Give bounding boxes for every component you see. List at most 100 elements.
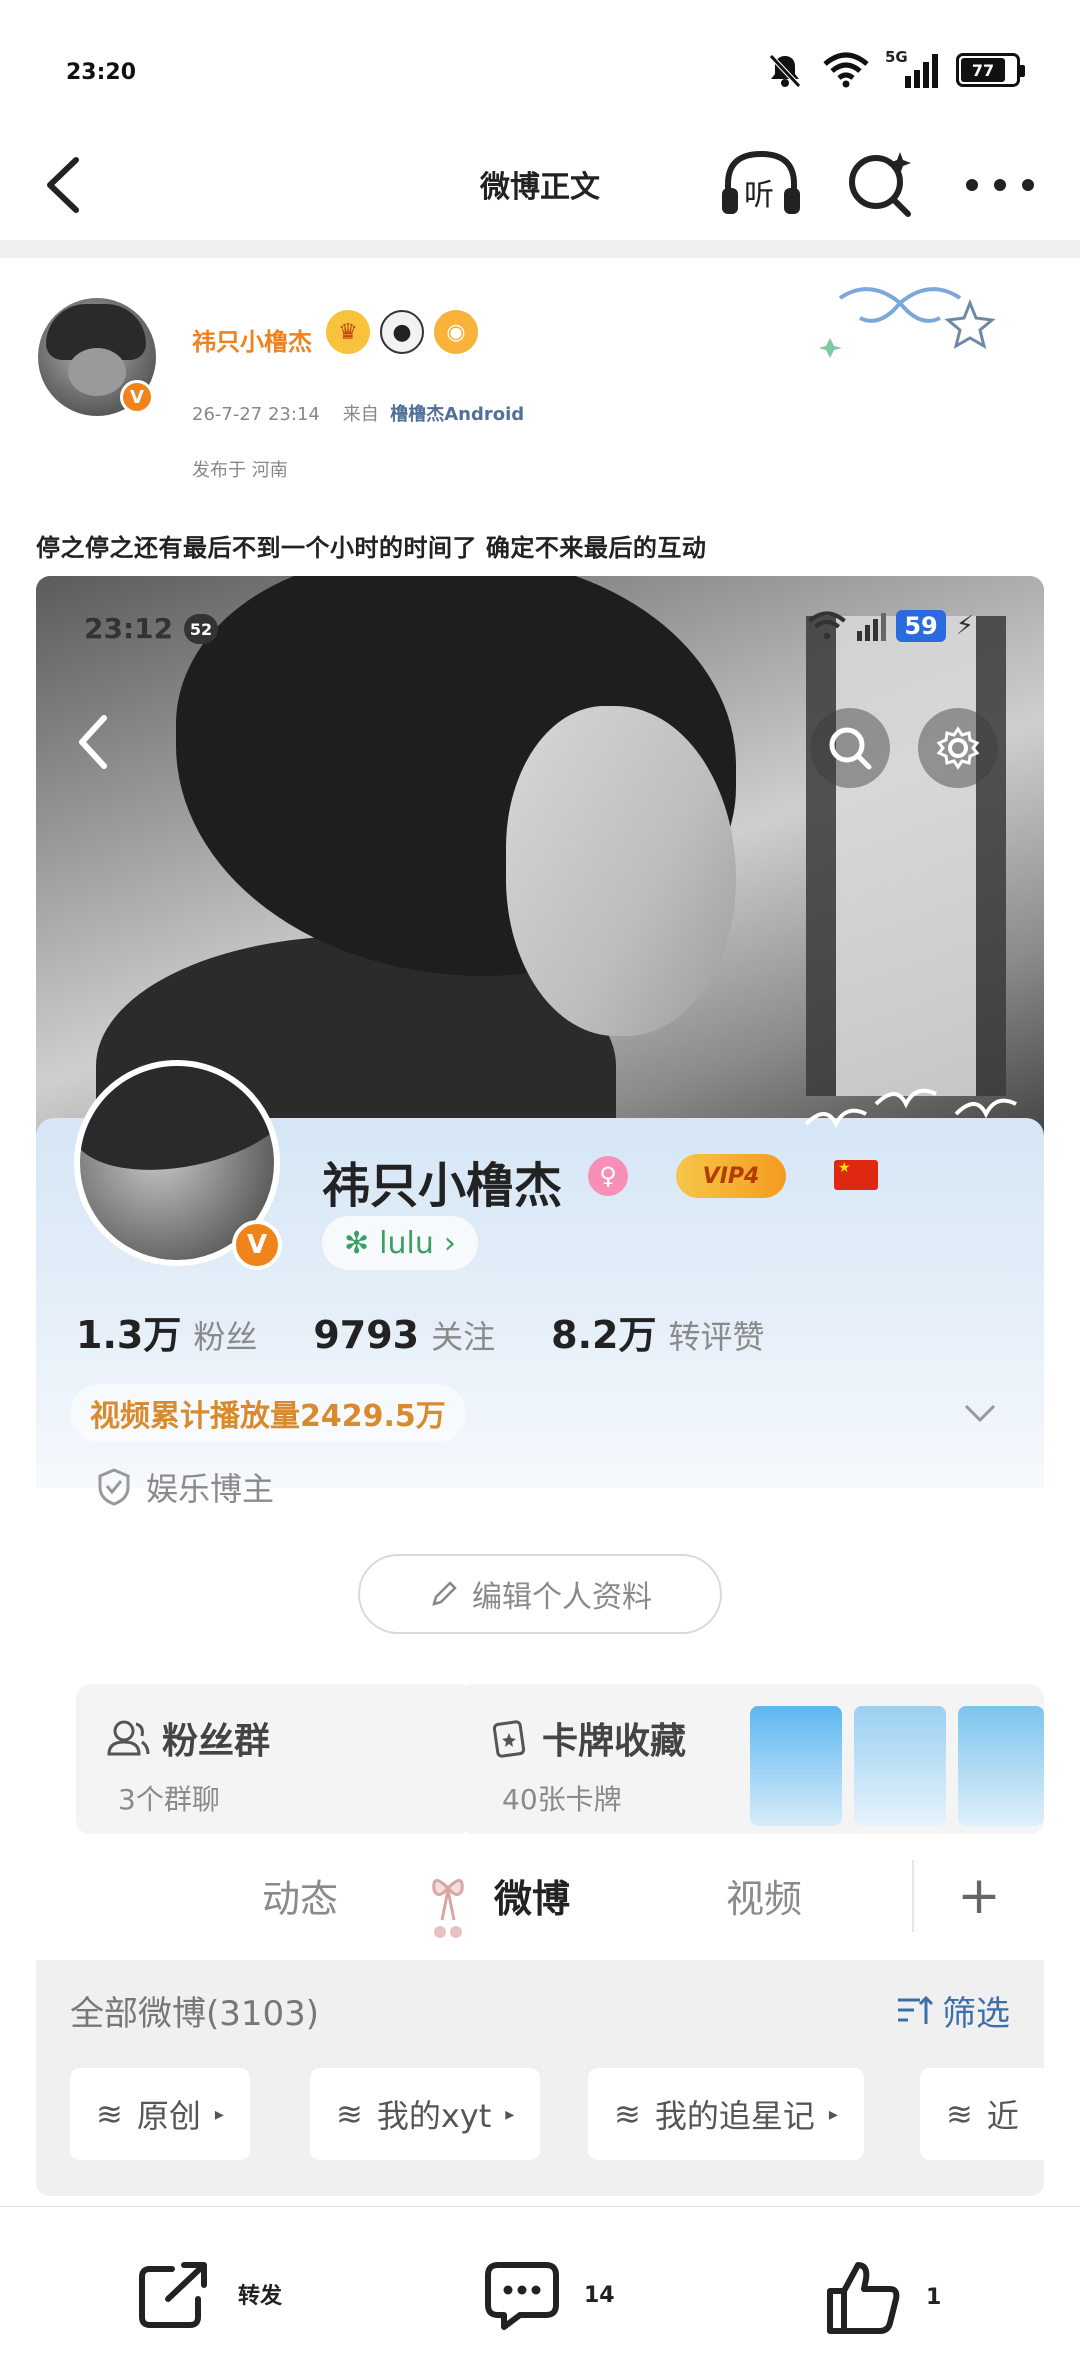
tab-video: 视频 [726,1877,803,1921]
user-badges: ♛ ● ◉ [326,310,478,354]
profile-tag-label: lulu [379,1225,434,1261]
like-count: 1 [926,2284,942,2310]
filter-label: 筛选 [942,1994,1010,2034]
stat-following-num: 9793 [313,1313,420,1357]
layers-icon: ≋ [96,2095,123,2133]
shield-icon [98,1468,130,1506]
tab-dynamic: 动态 [262,1877,339,1921]
post-source-prefix: 来自 [342,404,379,425]
caret-right-icon: ▸ [214,2103,224,2125]
embedded-status-icons: 59 ⚡ [807,610,974,642]
profile-verified-icon: V [232,1220,282,1270]
fans-group-card: 粉丝群 3个群聊 [76,1684,472,1834]
profile-tabs: 动态 微博 视频 + [36,1842,1044,1952]
layers-icon: ≋ [614,2095,641,2133]
author-name[interactable]: 祎只小橹杰 [192,322,312,357]
post-action-bar: 转发 14 1 [0,2206,1080,2372]
battery-level: 77 [971,60,995,80]
profile-name: 祎只小橹杰 [322,1158,563,1214]
chip-original-label: 原创 [136,2097,201,2135]
stat-fans: 1.3万 粉丝 [76,1304,257,1359]
status-icons: 5G 77 [765,48,1025,90]
layers-icon: ≋ [336,2095,363,2133]
post-location: 发布于 河南 [192,460,288,481]
post-image[interactable]: 23:12 52 59 ⚡ V 祎只小橹杰 ♀ VIP4 ★ ✻ lulu › … [36,576,1044,2196]
author-avatar[interactable]: V [38,298,156,416]
caret-right-icon: ▸ [828,2103,838,2125]
verified-badge-icon: V [120,380,154,414]
top-nav-bar: 微博正文 听 [0,130,1080,240]
embedded-back-icon [79,715,107,769]
tab-weibo: 微博 [494,1877,571,1921]
stat-fans-label: 粉丝 [193,1318,258,1356]
share-icon [139,2262,207,2328]
chip-original: ≋ 原创 ▸ [70,2068,250,2160]
post-source-link[interactable]: 橹橹杰Android [390,404,524,425]
status-bar: 23:20 5G 77 [0,0,1080,130]
chevron-down-icon [964,1404,996,1423]
embedded-status-badge: 52 [184,614,218,644]
chip-star-chasing: ≋ 我的追星记 ▸ [588,2068,864,2160]
embedded-signal-icon [857,611,887,641]
fans-group-sub: 3个群聊 [118,1783,220,1816]
listen-button[interactable]: 听 [718,144,804,224]
card-collection-sub: 40张卡牌 [502,1783,622,1816]
comment-count: 14 [584,2282,615,2308]
embedded-battery: 59 [896,610,946,642]
stat-interactions-label: 转评赞 [668,1318,765,1356]
thumbs-up-icon [827,2262,900,2334]
vip-badge: VIP4 [676,1154,786,1198]
chip-my-xyt: ≋ 我的xyt ▸ [310,2068,541,2160]
filter-icon [898,1995,934,2024]
stat-interactions-num: 8.2万 [551,1313,657,1357]
embedded-wifi-icon [808,611,847,640]
weibo-filter-area: 全部微博(3103) 筛选 ≋ 原创 ▸ ≋ 我的xyt ▸ ≋ 我的追星记 ▸ ≋ 近 [36,1960,1044,2196]
profile-cover-photo [36,576,1044,1196]
post-timestamp: 26-7-27 23:14 [192,404,320,425]
signal-icon: 5G [885,48,938,88]
post-meta: 26-7-27 23:14 来自 橹橹杰Android [192,400,524,426]
edit-profile-label: 编辑个人资料 [472,1580,652,1615]
clover-icon: ✻ [344,1225,370,1261]
add-tab-icon: + [912,1860,1044,1932]
repost-label: 转发 [238,2284,283,2309]
like-button[interactable]: 1 [826,2259,941,2335]
card-collection-card: 卡牌收藏 40张卡牌 [460,1684,1044,1834]
ribbon-decoration-icon [820,287,996,358]
charging-icon: ⚡ [955,611,974,641]
comment-button[interactable]: 14 [484,2259,615,2331]
repost-button[interactable]: 转发 [138,2259,282,2329]
search-icon[interactable] [842,144,918,224]
card-collection-title: 卡牌收藏 [542,1721,687,1762]
chip-star-chasing-label: 我的追星记 [654,2097,815,2135]
pencil-icon [432,1581,457,1606]
embedded-search-icon [829,727,872,770]
embedded-gear-icon [936,726,980,770]
section-divider [0,240,1080,258]
chevron-right-icon: › [443,1225,456,1261]
stat-fans-num: 1.3万 [76,1313,182,1357]
layers-icon: ≋ [946,2095,973,2133]
status-time: 23:20 [66,60,137,85]
edit-profile-button: 编辑个人资料 [358,1554,722,1634]
bow-decoration-icon [424,1860,472,1940]
all-weibo-count: 全部微博(3103) [70,1994,320,2034]
listen-label: 听 [744,178,774,213]
birds-decoration-icon [804,1088,1017,1129]
network-label: 5G [885,48,908,66]
chip-recent-label: 近 [986,2097,1019,2135]
filter-control: 筛选 [896,1986,1010,2035]
fans-group-title: 粉丝群 [162,1721,271,1762]
female-icon: ♀ [588,1156,628,1196]
video-play-count: 视频累计播放量2429.5万 [70,1384,466,1442]
embedded-search-button [810,708,890,788]
panda-badge-icon: ● [380,310,424,354]
more-icon[interactable] [960,160,1040,210]
china-flag-icon: ★ [834,1160,878,1190]
caret-right-icon: ▸ [505,2103,515,2125]
embedded-settings-button [918,708,998,788]
chip-my-xyt-label: 我的xyt [376,2097,492,2135]
category-text: 娱乐博主 [146,1470,275,1508]
stat-following-label: 关注 [431,1318,496,1356]
battery-icon: 77 [956,53,1025,87]
